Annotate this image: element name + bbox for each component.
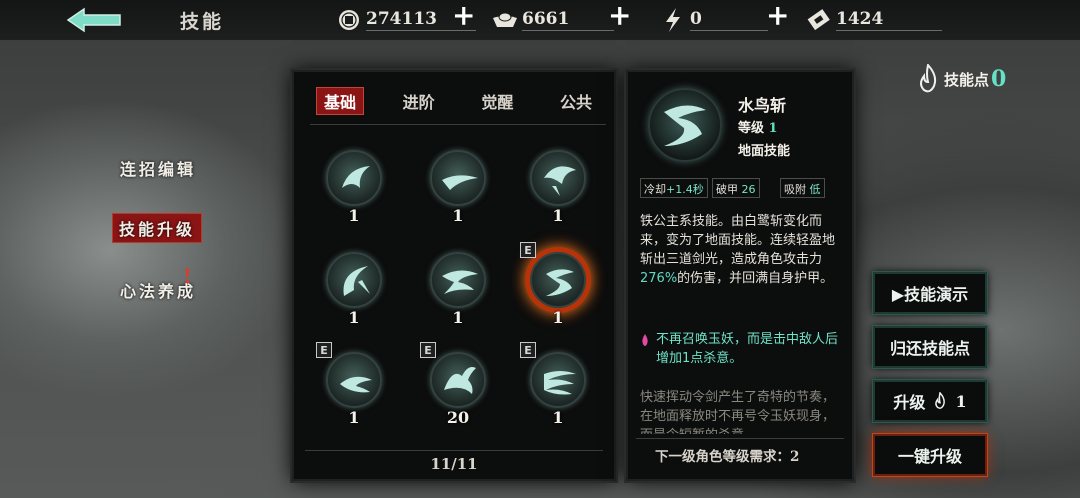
skill-whirl-icon [544, 166, 576, 196]
ingot-icon [492, 7, 518, 33]
skill-description: 铁公主系技能。由白鹭斩变化而来，变为了地面技能。连续轻盈地斩出三道剑光，造成角色… [640, 214, 836, 286]
next-level-requirement: 下一级角色等级需求：2 [655, 449, 800, 465]
enhanced-badge: E [520, 342, 536, 358]
stat-armor-break: 破甲 26 [712, 178, 760, 198]
back-arrow-icon [66, 7, 121, 33]
skill-level: 1 [552, 206, 564, 225]
skill-level: 1 [552, 308, 564, 327]
energy-icon [660, 7, 686, 33]
refund-skill-points-button[interactable]: 归还技能点 [873, 326, 987, 368]
stat-cooldown: 冷却+1.4秒 [640, 178, 708, 198]
skill-level: 1 [348, 308, 360, 327]
tab-common[interactable]: 公共 [552, 87, 600, 115]
skill-level: 1 [452, 206, 464, 225]
add-ingots-button[interactable]: + [608, 0, 631, 32]
page-indicator: 11/11 [430, 455, 478, 473]
tab-basic[interactable]: 基础 [316, 87, 365, 115]
skill-slot-3[interactable]: 1 [526, 146, 590, 225]
skill-detail-icon [648, 88, 722, 162]
skill-triple-slash-icon [544, 371, 576, 395]
skill-wave-icon [340, 376, 372, 393]
divider [305, 450, 603, 451]
skill-water-bird-icon [664, 105, 706, 146]
skill-level: 1 [348, 408, 360, 427]
flame-icon [935, 392, 946, 409]
add-coins-button[interactable]: + [452, 0, 475, 32]
add-energy-button[interactable]: + [766, 0, 789, 32]
flame-icon [920, 64, 937, 93]
alert-icon: ! [183, 264, 192, 288]
skill-level: 20 [446, 408, 470, 427]
skill-slot-7[interactable]: E 1 [316, 342, 386, 427]
back-button[interactable] [64, 6, 124, 34]
skill-tabs: 基础 进阶 觉醒 公共 [316, 82, 600, 120]
skill-slot-4[interactable]: 1 [322, 248, 386, 327]
upgrade-button[interactable]: 升级 1 [873, 380, 987, 422]
skill-name: 水鸟斩 [738, 96, 787, 115]
skill-bird-icon [444, 367, 476, 394]
ticket-icon [806, 7, 832, 33]
skill-slash-icon [342, 166, 370, 188]
skill-points: 技能点 0 [916, 64, 1006, 94]
skill-effect: 不再召唤玉妖，而是击中敌人后增加1点杀意。 [656, 332, 839, 366]
skill-type: 地面技能 [738, 144, 791, 159]
skill-demo-button[interactable]: ▶技能演示 [873, 272, 987, 314]
skill-upper-slash-icon [343, 266, 370, 296]
skill-slot-5[interactable]: 1 [426, 248, 490, 327]
enhanced-badge: E [316, 342, 332, 358]
skill-storm-icon [442, 270, 478, 294]
one-click-upgrade-button[interactable]: 一键升级 [873, 434, 987, 476]
skill-slot-6-selected[interactable]: E 1 [520, 242, 590, 327]
enhanced-badge: E [420, 342, 436, 358]
divider [636, 438, 844, 439]
skill-level-line: 等级 1 [738, 121, 778, 136]
skill-level: 1 [552, 408, 564, 427]
ingots-value: 6661 [522, 9, 614, 31]
skill-slot-2[interactable]: 1 [426, 146, 490, 225]
skill-flavor-text: 快速挥动令剑产生了奇特的节奏，在地面释放时不再号令玉妖现身，而是令短暂的杀意 [640, 390, 836, 434]
energy-value: 0 [690, 9, 768, 31]
tab-awaken[interactable]: 觉醒 [473, 87, 521, 115]
resource-energy: 0 [660, 5, 768, 35]
coin-icon [336, 7, 362, 33]
skill-dash-icon [442, 175, 478, 190]
page-title: 技能 [180, 11, 225, 33]
skill-level: 1 [452, 308, 464, 327]
skill-level: 1 [348, 206, 360, 225]
resource-tickets: 1424 [806, 5, 942, 35]
resource-ingots: 6661 [492, 5, 614, 35]
skill-slot-8[interactable]: E 20 [420, 342, 490, 427]
sidebar-item-combo-edit[interactable]: 连招编辑 [120, 156, 196, 180]
sidebar-item-skill-upgrade[interactable]: 技能升级 [113, 214, 202, 242]
tickets-value: 1424 [836, 9, 942, 31]
stat-pull: 吸附 低 [780, 178, 825, 198]
skill-slot-1[interactable]: 1 [322, 146, 386, 225]
tab-advanced[interactable]: 进阶 [395, 87, 443, 115]
enhanced-badge: E [520, 242, 536, 258]
skill-slot-9[interactable]: E 1 [520, 342, 590, 427]
skill-water-bird-icon [546, 269, 574, 296]
divider [310, 124, 606, 125]
